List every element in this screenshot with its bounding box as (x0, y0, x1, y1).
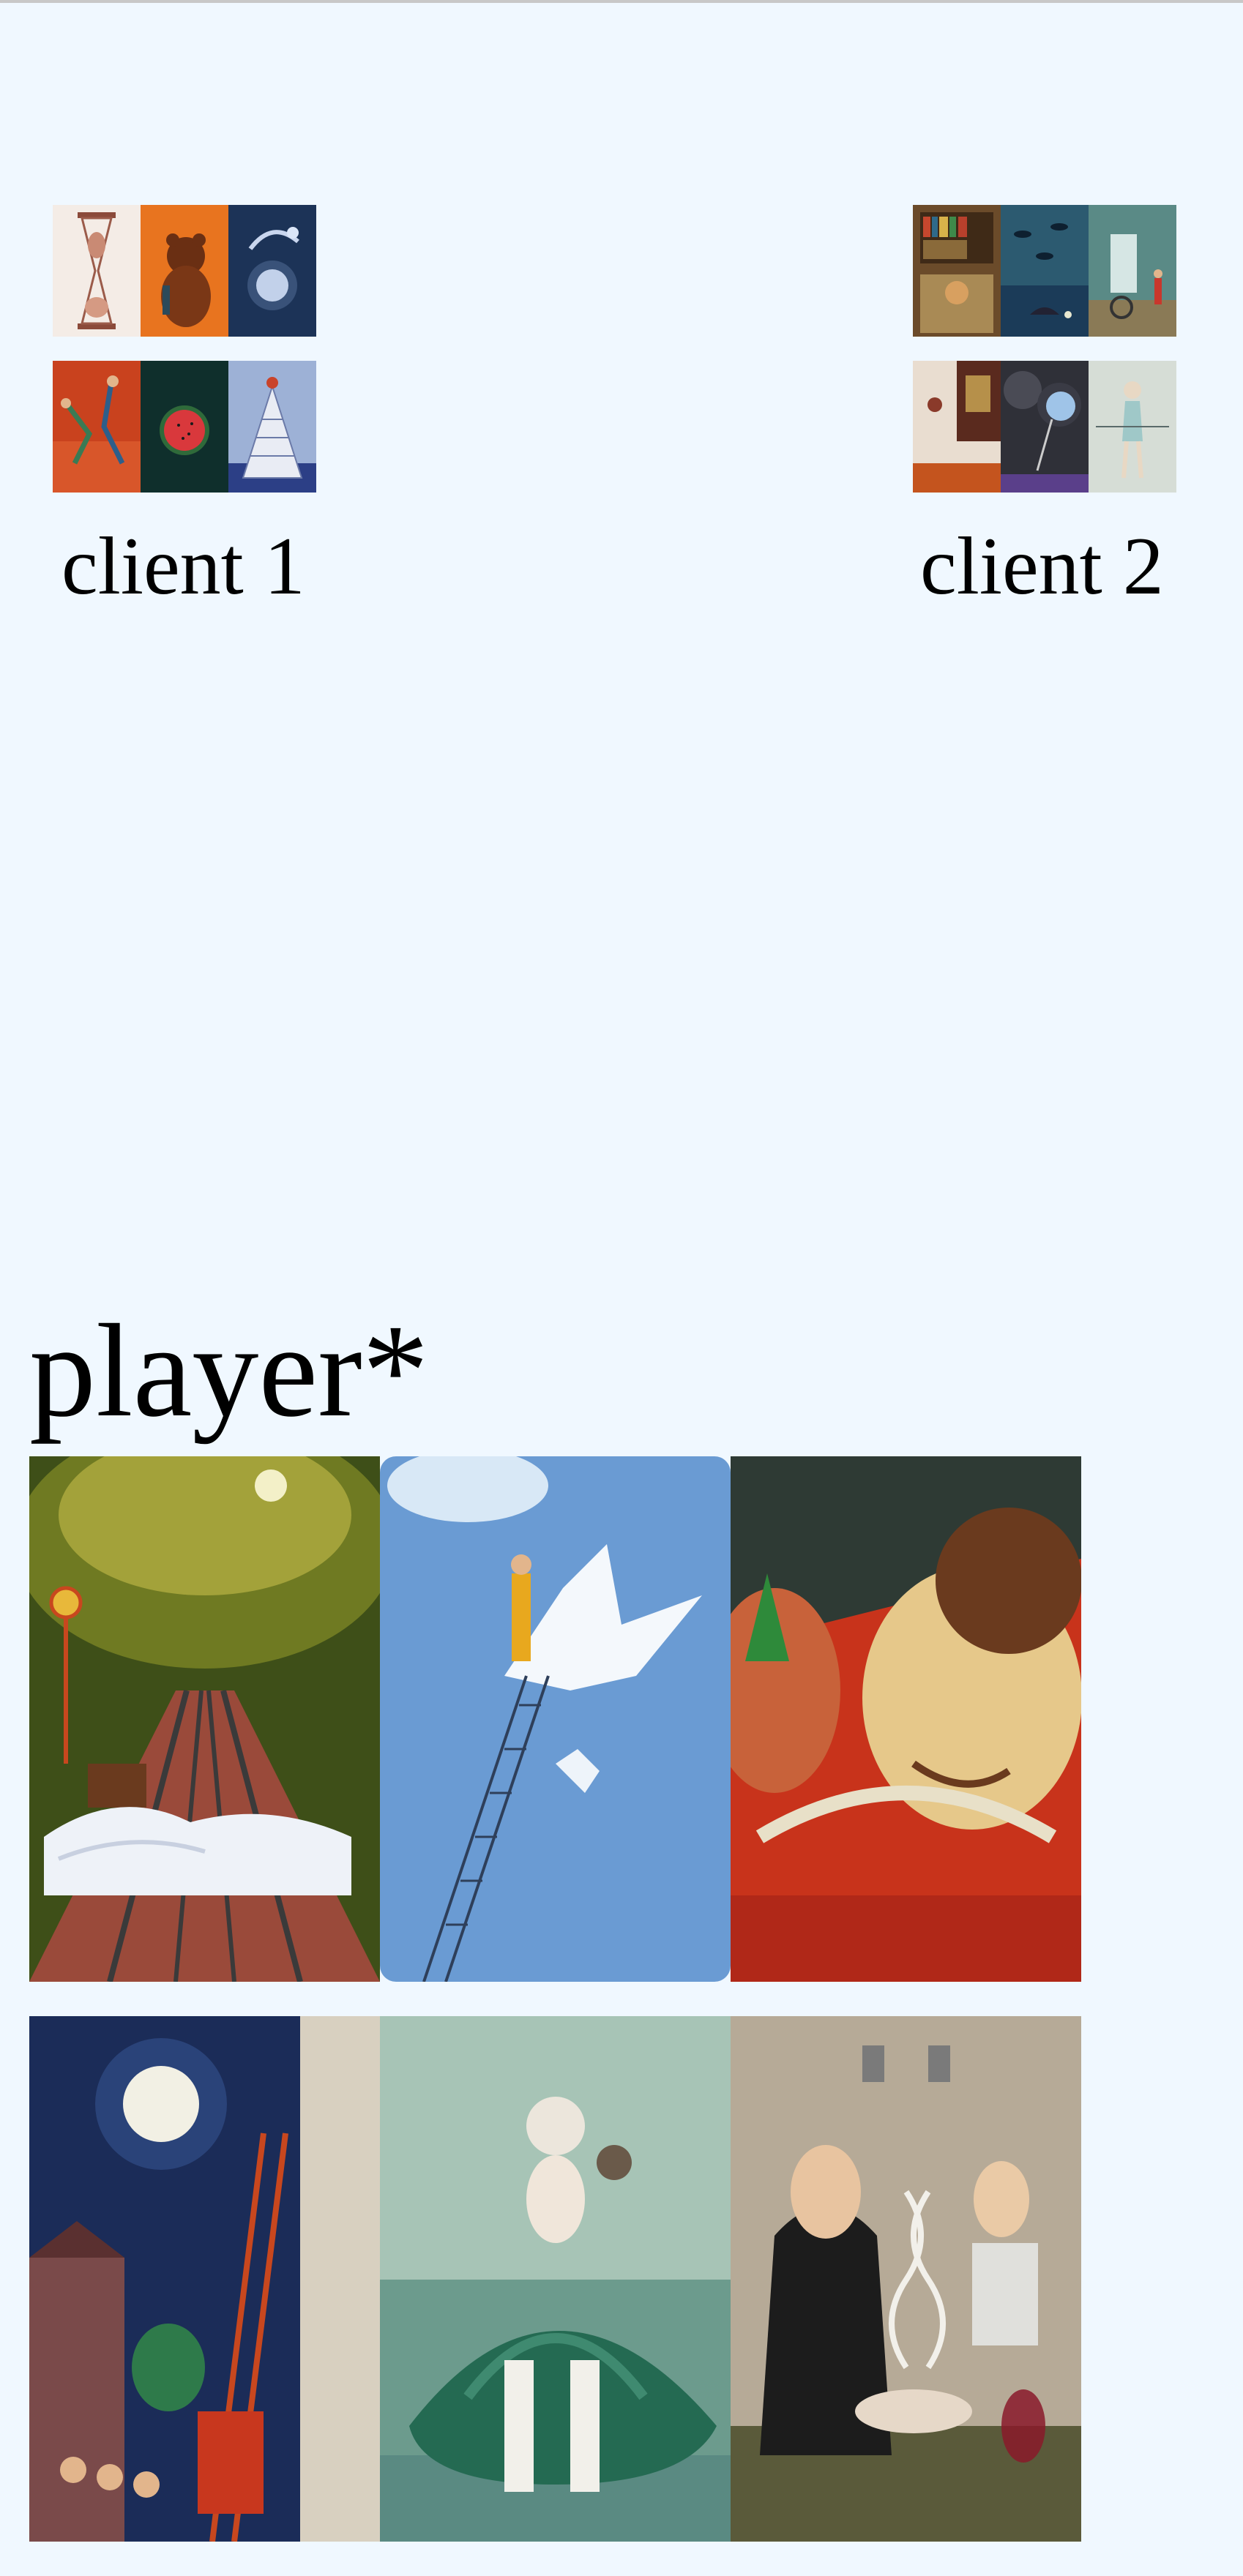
doorway-card[interactable] (1089, 205, 1176, 337)
top-border (0, 0, 1243, 3)
client-2-panel: client 2 (913, 205, 1176, 607)
client-2-label: client 2 (920, 521, 1164, 612)
railway-bed-card[interactable] (29, 1456, 380, 1982)
bear-card[interactable] (141, 205, 228, 337)
player-hand (29, 1456, 1081, 2542)
storm-card[interactable] (1001, 361, 1089, 493)
dna-soup-card[interactable] (731, 2016, 1081, 2542)
fish-sky-card[interactable] (1001, 205, 1089, 337)
dove-ladder-card[interactable] (380, 1456, 731, 1982)
tower-card[interactable] (228, 361, 316, 493)
moon-serenade-card[interactable] (29, 2016, 380, 2542)
client-1-label: client 1 (61, 521, 305, 612)
client-1-hand (53, 205, 316, 493)
watermelon-card[interactable] (141, 361, 228, 493)
player-label: player* (29, 1298, 429, 1445)
player-panel: player* (29, 1305, 1081, 2542)
client-1-panel: client 1 (53, 205, 316, 607)
library-card[interactable] (913, 205, 1001, 337)
collage-card[interactable] (913, 361, 1001, 493)
dancers-card[interactable] (53, 361, 141, 493)
dancer-card[interactable] (1089, 361, 1176, 493)
green-gown-card[interactable] (380, 2016, 731, 2542)
night-figure-card[interactable] (228, 205, 316, 337)
car-kiss-card[interactable] (731, 1456, 1081, 1982)
hourglass-card[interactable] (53, 205, 141, 337)
client-2-hand (913, 205, 1176, 493)
